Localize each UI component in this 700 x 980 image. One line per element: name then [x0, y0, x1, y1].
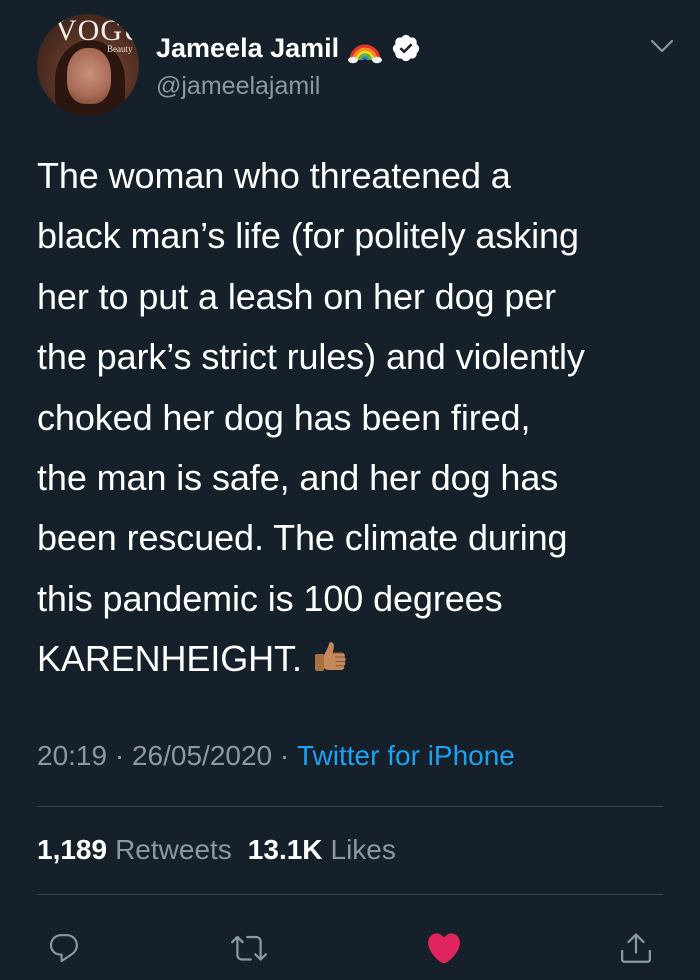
author-name-row: Jameela Jamil — [156, 30, 421, 66]
retweet-button[interactable] — [227, 926, 271, 970]
tweet-text-last-line: KARENHEIGHT. — [37, 629, 677, 689]
tweet-text: The woman who threatened a black man’s l… — [37, 146, 677, 690]
tweet-time[interactable]: 20:19 — [37, 740, 107, 772]
rainbow-icon — [348, 44, 383, 64]
reply-button[interactable] — [42, 926, 86, 970]
share-button[interactable] — [614, 926, 658, 970]
retweets-count: 1,189 — [37, 834, 108, 865]
share-icon — [621, 933, 651, 963]
avatar[interactable]: VOGUE Beauty — [37, 14, 139, 116]
tweet-text-line: KARENHEIGHT. — [37, 638, 302, 680]
meta-separator: · — [107, 740, 132, 771]
tweet-text-line: black man’s life (for politely asking — [37, 215, 579, 257]
avatar-face — [67, 48, 111, 104]
tweet-text-line: the park’s strict rules) and violently — [37, 336, 585, 378]
tweet-text-line: The woman who threatened a — [37, 155, 511, 196]
likes-label: Likes — [330, 834, 396, 865]
like-button[interactable] — [422, 926, 466, 970]
likes-count: 13.1K — [247, 834, 323, 865]
tweet-date[interactable]: 26/05/2020 — [132, 740, 272, 772]
avatar-magazine-text: VOGUE — [55, 14, 139, 47]
tweet-text-line: the man is safe, and her dog has — [37, 457, 559, 499]
divider — [37, 894, 663, 895]
author-handle[interactable]: @jameelajamil — [156, 72, 320, 101]
tweet-text-line: been rescued. The climate during — [37, 517, 568, 559]
avatar-sub-text: Beauty — [107, 44, 133, 54]
tweet-stats: 1,189 Retweets 13.1K Likes — [37, 834, 396, 866]
chevron-down-icon[interactable] — [647, 34, 677, 58]
tweet-meta: 20:19 · 26/05/2020 · Twitter for iPhone — [37, 740, 515, 772]
tweet-actions — [0, 926, 700, 970]
tweet-text-line: her to put a leash on her dog per — [37, 275, 557, 317]
tweet-text-line: choked her dog has been fired, — [37, 396, 531, 438]
thumbs-up-icon — [314, 642, 346, 672]
retweets-stat[interactable]: 1,189 Retweets — [37, 834, 232, 866]
divider — [37, 806, 663, 807]
meta-separator: · — [272, 740, 297, 771]
retweet-icon — [231, 935, 267, 961]
tweet-text-line: this pandemic is 100 degrees — [37, 577, 503, 619]
reply-icon — [49, 934, 78, 963]
tweet-source-link[interactable]: Twitter for iPhone — [297, 740, 515, 772]
likes-stat[interactable]: 13.1K Likes — [248, 834, 396, 866]
heart-icon — [428, 933, 460, 964]
tweet-header: VOGUE Beauty Jameela Jamil @jameelajamil — [37, 14, 677, 118]
author-name[interactable]: Jameela Jamil — [156, 33, 339, 64]
verified-badge-icon — [393, 34, 420, 62]
retweets-label: Retweets — [115, 834, 232, 865]
